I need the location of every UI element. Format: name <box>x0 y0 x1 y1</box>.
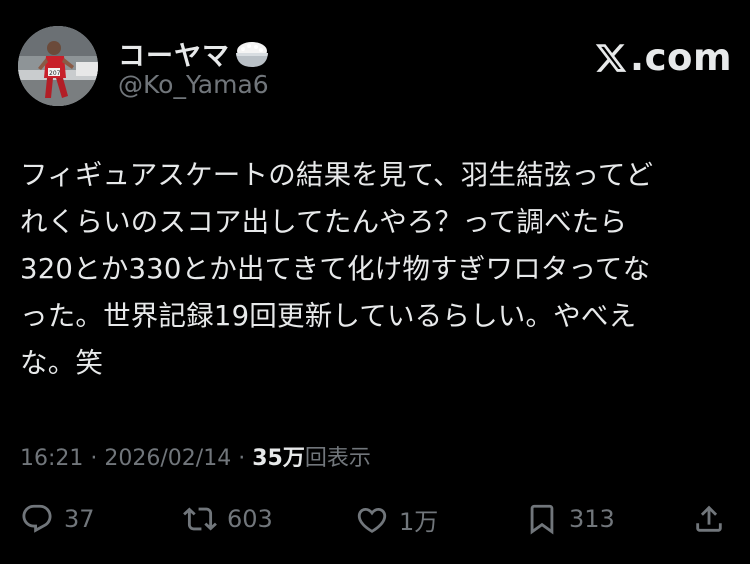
heart-icon <box>357 507 387 533</box>
tweet-time[interactable]: 16:21 <box>20 446 83 471</box>
retweet-count: 603 <box>227 505 273 533</box>
display-name[interactable]: コーヤマ <box>118 34 230 73</box>
share-button[interactable] <box>692 502 726 536</box>
retweet-button[interactable]: 603 <box>183 502 273 536</box>
avatar-photo: 207 <box>18 26 98 106</box>
tweet-meta: 16:21 · 2026/02/14 · 35 万 回表示 <box>20 440 371 472</box>
views-unit: 万 <box>282 446 305 471</box>
views-count: 35 <box>252 446 283 471</box>
reply-button[interactable]: 37 <box>20 502 95 536</box>
avatar[interactable]: 207 <box>18 26 98 106</box>
action-bar: 37 603 1万 313 <box>20 502 732 542</box>
retweet-icon <box>183 507 217 531</box>
brand-domain: .com <box>630 36 732 79</box>
tweet-header: 207 コーヤマ @Ko_Yama6 .com <box>18 24 732 108</box>
avatar-bib-number: 207 <box>49 70 61 77</box>
like-count: 1万 <box>399 508 439 536</box>
reply-icon <box>22 504 52 533</box>
tweet-date[interactable]: 2026/02/14 <box>104 446 231 471</box>
bookmark-button[interactable]: 313 <box>525 502 615 536</box>
share-icon <box>696 505 722 532</box>
views-label: 回表示 <box>304 446 371 471</box>
reply-count: 37 <box>64 505 95 533</box>
brand-logo: .com <box>594 36 732 79</box>
user-handle[interactable]: @Ko_Yama6 <box>118 70 269 99</box>
rice-bowl-icon <box>236 41 268 67</box>
meta-separator: · <box>231 446 253 471</box>
meta-separator: · <box>83 446 105 471</box>
tweet-text: フィギュアスケートの結果を見て、羽生結弦ってど れくらいのスコア出してたんやろ？… <box>20 159 654 379</box>
x-logo-icon <box>595 43 627 72</box>
like-button[interactable]: 1万 <box>355 502 438 537</box>
bookmark-count: 313 <box>569 505 615 533</box>
name-row: コーヤマ <box>118 34 270 73</box>
bookmark-icon <box>530 504 554 535</box>
